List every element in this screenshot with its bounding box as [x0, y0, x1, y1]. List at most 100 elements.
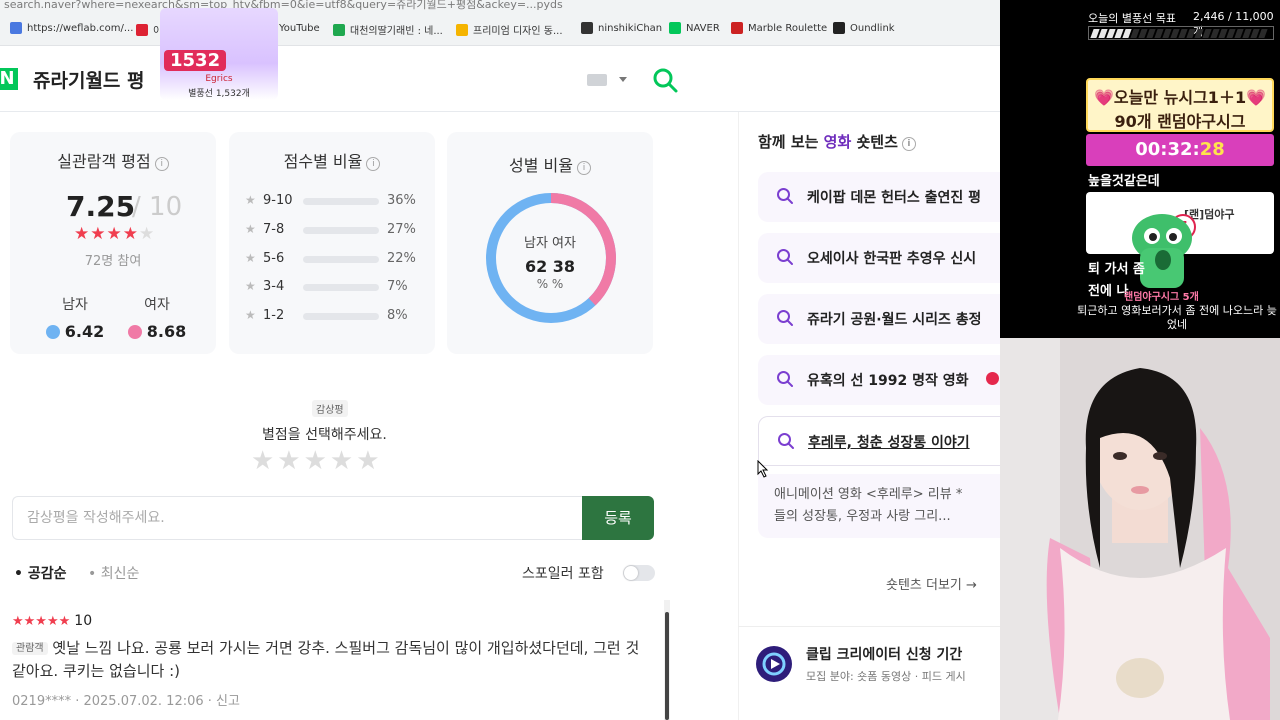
review-meta: 0219**** · 2025.07.02. 12:06 · 신고	[12, 694, 240, 709]
bookmark-label: YouTube	[279, 22, 320, 34]
spoiler-toggle[interactable]	[623, 565, 655, 581]
average-rating-card: 실관람객 평점 i 7.25 / 10 ★★★★★ 72명 참여 남자 6.42 …	[10, 132, 216, 354]
search-icon	[777, 188, 793, 204]
search-icon[interactable]	[651, 66, 679, 94]
bookmark-item[interactable]: https://weflab.com/...	[10, 22, 133, 34]
chat-message: 높을것같은데	[1088, 174, 1160, 189]
submit-review-button[interactable]: 등록	[582, 496, 654, 540]
bookmark-item[interactable]: Oundlink	[833, 22, 895, 34]
donut-labels: 남자 여자	[524, 236, 576, 251]
review-stars: ★★★★★	[12, 614, 71, 629]
address-bar[interactable]: search.naver?where=nexearch&sm=top_hty&f…	[0, 0, 1000, 14]
bookmark-label: https://weflab.com/...	[27, 22, 134, 34]
goal-progress-segment	[1258, 29, 1268, 38]
rating-star-picker[interactable]: ★★★★★	[251, 446, 383, 476]
distribution-row: ★ 3-4 7%	[245, 279, 408, 294]
female-score-block: 여자 8.68	[122, 294, 192, 341]
naver-logo[interactable]: N	[0, 68, 18, 90]
distribution-row: ★ 9-10 36%	[245, 193, 416, 208]
star-icon: ★	[245, 222, 256, 236]
distribution-row: ★ 1-2 8%	[245, 308, 408, 323]
bookmark-label: 프리미엄 디자인 동...	[473, 26, 563, 37]
shorts-title: 함께 보는 영화 숏텐츠 i	[758, 131, 916, 152]
review-input[interactable]: 감상평을 작성해주세요.	[12, 496, 582, 540]
average-score: 7.25	[66, 190, 136, 223]
star-icon: ★	[245, 193, 256, 207]
keyboard-icon[interactable]	[587, 74, 607, 86]
donut-units: % %	[536, 277, 564, 291]
male-icon	[45, 324, 60, 339]
shorts-more-link[interactable]: 숏텐츠 더보기 →	[886, 574, 977, 593]
column-divider	[738, 112, 739, 720]
search-query[interactable]: 쥬라기월드 평	[33, 66, 145, 93]
shorts-item-active[interactable]: 후레루, 청춘 성장통 이야기	[758, 416, 1000, 466]
clip-title[interactable]: 클립 크리에이터 신청 기간	[806, 644, 962, 664]
female-score: 8.68	[146, 322, 187, 341]
rating-prompt: 별점을 선택해주세요.	[262, 427, 387, 443]
bookmark-favicon-icon	[333, 23, 345, 36]
shorts-item[interactable]: 오세이사 한국판 추영우 신시	[758, 233, 1000, 283]
promo-banner: 💗오늘만 뉴시그1＋1💗 90개 랜덤야구시그	[1086, 78, 1274, 132]
bookmarks-bar: https://weflab.com/... 이 YouTube 대천의딸기래빈 : …	[0, 14, 1000, 46]
review-score: 10	[74, 613, 93, 629]
bookmark-label: Oundlink	[850, 22, 895, 34]
section-divider	[738, 626, 1000, 627]
info-icon[interactable]: i	[576, 161, 591, 175]
bookmark-label: Marble Roulette	[748, 22, 828, 34]
sort-recent[interactable]: • 최신순	[88, 563, 139, 583]
female-icon	[127, 324, 142, 339]
new-badge-icon	[986, 372, 999, 385]
bookmark-favicon-icon	[833, 22, 845, 34]
distribution-title: 점수별 비율 i	[229, 148, 435, 172]
clip-subtitle: 모집 분야: 숏폼 동영상 · 피드 게시	[806, 670, 966, 683]
donation-description: 별풍선 1,532개	[188, 89, 250, 99]
sort-popular[interactable]: • 공감순	[14, 563, 66, 583]
search-icon	[777, 310, 793, 326]
bookmark-label: 대천의딸기래빈 : 네...	[350, 26, 443, 37]
spoiler-label: 스포일러 포함	[522, 566, 604, 582]
participant-count: 72명 참여	[84, 254, 142, 269]
scrollbar-thumb[interactable]	[665, 612, 669, 720]
bookmark-favicon-icon	[456, 23, 468, 36]
distribution-row: ★ 5-6 22%	[245, 251, 416, 266]
donation-amount: 1532	[164, 50, 227, 71]
score-distribution-card: 점수별 비율 i ★ 9-10 36% ★ 7-8 27% ★ 5-6 22% ★…	[229, 132, 435, 354]
info-icon[interactable]: i	[366, 157, 381, 171]
distribution-row: ★ 7-8 27%	[245, 222, 416, 237]
bookmark-favicon-icon	[669, 22, 681, 34]
stream-overlay-panel: 오늘의 별풍선 목표 2,446 / 11,000개 💗오늘만 뉴시그1＋1💗 …	[1000, 0, 1280, 720]
review-tag: 감상평	[312, 400, 348, 417]
bookmark-item[interactable]: 이	[136, 22, 162, 37]
bookmark-favicon-icon	[10, 22, 22, 34]
bookmark-label: NAVER	[686, 22, 720, 34]
bookmark-item[interactable]: 대천의딸기래빈 : 네...	[333, 22, 443, 37]
clip-logo-icon[interactable]	[756, 646, 792, 682]
cursor-icon	[757, 460, 769, 478]
male-score: 6.42	[64, 322, 105, 341]
url-text: search.naver?where=nexearch&sm=top_hty&f…	[4, 0, 563, 11]
shorts-item[interactable]: 케이팝 데몬 헌터스 출연진 평	[758, 172, 1000, 222]
bookmark-item[interactable]: Marble Roulette	[731, 22, 827, 34]
bookmark-favicon-icon	[731, 22, 743, 34]
browser-window: search.naver?where=nexearch&sm=top_hty&f…	[0, 0, 1000, 720]
review-badge: 관람객	[12, 642, 48, 655]
streamer-image	[1000, 338, 1280, 720]
bookmark-item[interactable]: ninshikiChan	[581, 22, 662, 34]
countdown-timer: 00:32:28	[1086, 134, 1274, 166]
male-label: 남자	[62, 297, 88, 313]
info-icon[interactable]: i	[154, 157, 169, 171]
chat-message: 전에 나	[1088, 284, 1129, 299]
search-icon	[777, 371, 793, 387]
average-stars: ★★★★★	[74, 224, 156, 244]
gender-ratio-title: 성별 비율 i	[447, 152, 653, 176]
donation-sender: Egrics	[205, 74, 233, 84]
shorts-item[interactable]: 쥬라기 공원·월드 시리즈 총정	[758, 294, 1000, 344]
shorts-description: 애니메이션 영화 <후레루> 리뷰 * 들의 성장통, 우정과 사랑 그리...	[758, 474, 1000, 538]
info-icon[interactable]: i	[901, 137, 916, 151]
gift-alert-line: 랜덤야구시그 5개	[1124, 292, 1199, 303]
bookmark-item[interactable]: NAVER	[669, 22, 720, 34]
shorts-item[interactable]: 유혹의 선 1992 명작 영화	[758, 355, 1000, 405]
star-icon: ★	[245, 279, 256, 293]
chevron-down-icon[interactable]	[619, 77, 627, 82]
bookmark-item[interactable]: 프리미엄 디자인 동...	[456, 22, 563, 37]
